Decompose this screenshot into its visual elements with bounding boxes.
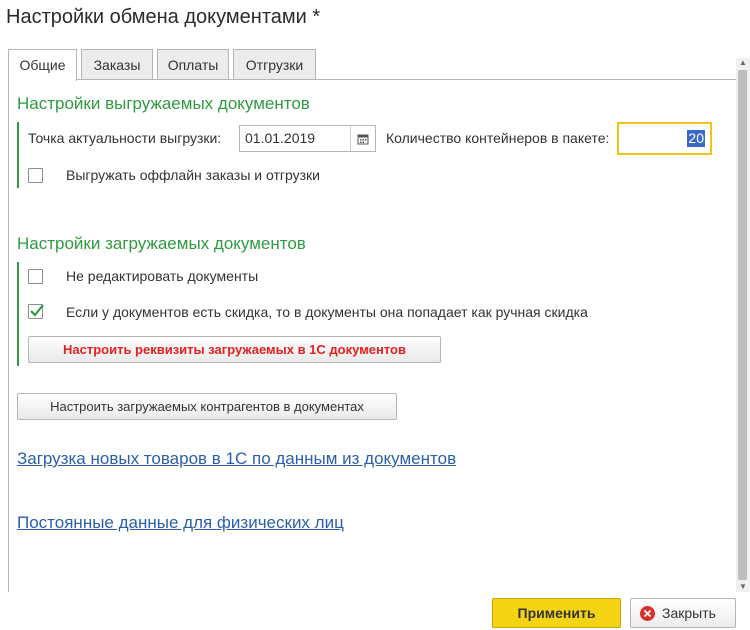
vertical-scrollbar[interactable]: ▲ ▼ xyxy=(736,58,750,592)
export-section-title: Настройки выгружаемых документов xyxy=(17,94,310,113)
personal-data-link[interactable]: Постоянные данные для физических лиц xyxy=(17,513,344,533)
import-section-bar xyxy=(17,262,19,366)
new-goods-link[interactable]: Загрузка новых товаров в 1С по данным из… xyxy=(17,449,456,469)
scroll-down-icon[interactable]: ▼ xyxy=(738,582,748,592)
actuality-date-value: 01.01.2019 xyxy=(245,130,316,146)
discount-checkbox[interactable] xyxy=(28,304,44,319)
configure-props-button[interactable]: Настроить реквизиты загружаемых в 1С док… xyxy=(28,336,441,363)
no-edit-checkbox-label[interactable]: Не редактировать документы xyxy=(66,268,258,284)
close-button[interactable]: Закрыть xyxy=(630,598,736,628)
tab-general[interactable]: Общие xyxy=(8,49,77,81)
actuality-date-field[interactable]: 01.01.2019 xyxy=(239,125,376,152)
discount-checkbox-label[interactable]: Если у документов есть скидка, то в доку… xyxy=(66,304,588,320)
configure-agents-button[interactable]: Настроить загружаемых контрагентов в док… xyxy=(17,393,397,420)
tab-orders[interactable]: Заказы xyxy=(81,49,153,80)
containers-count-input[interactable]: 20 xyxy=(617,122,712,155)
containers-label: Количество контейнеров в пакете: xyxy=(386,130,610,146)
no-edit-checkbox[interactable] xyxy=(28,269,43,284)
window-title: Настройки обмена документами * xyxy=(6,6,321,28)
containers-count-value: 20 xyxy=(687,130,705,147)
import-section-title: Настройки загружаемых документов xyxy=(17,234,306,253)
scroll-up-icon[interactable]: ▲ xyxy=(738,58,748,68)
close-button-label: Закрыть xyxy=(662,605,716,621)
apply-button[interactable]: Применить xyxy=(492,598,621,628)
tab-payments[interactable]: Оплаты xyxy=(157,49,229,80)
tab-shipments[interactable]: Отгрузки xyxy=(233,49,316,80)
offline-checkbox-label[interactable]: Выгружать оффлайн заказы и отгрузки xyxy=(66,167,320,183)
close-icon xyxy=(640,606,655,621)
actuality-label: Точка актуальности выгрузки: xyxy=(28,130,222,146)
calendar-icon[interactable] xyxy=(350,126,375,151)
export-section-bar xyxy=(17,122,19,188)
scrollbar-thumb[interactable] xyxy=(738,70,747,580)
checkmark-icon xyxy=(30,304,44,317)
offline-checkbox[interactable] xyxy=(28,168,43,183)
